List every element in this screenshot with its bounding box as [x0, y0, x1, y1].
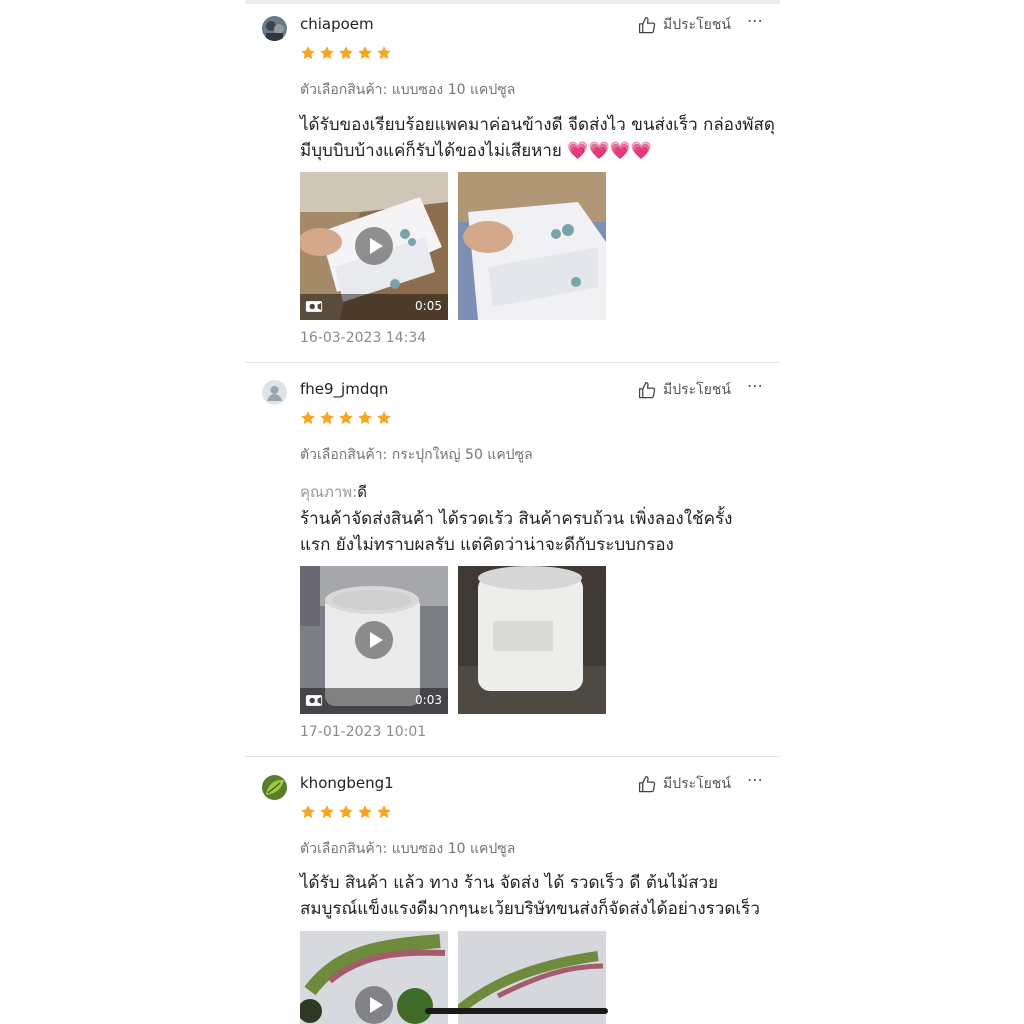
star-icon	[300, 804, 316, 820]
more-options-icon[interactable]: ⋯	[747, 772, 764, 788]
home-indicator[interactable]	[425, 1008, 608, 1014]
star-icon	[338, 45, 354, 61]
review-text: ได้รับ สินค้า แล้ว ทาง ร้าน จัดส่ง ได้ ร…	[300, 870, 760, 922]
helpful-button[interactable]: มีประโยชน์	[638, 773, 731, 795]
quality-attribute: คุณภาพ:ดี	[300, 480, 367, 504]
video-duration: 0:03	[415, 693, 442, 707]
review-text-line: ร้านค้าจัดส่งสินค้า ได้รวดเร้ว สินค้าครบ…	[300, 509, 733, 529]
star-icon	[338, 804, 354, 820]
star-icon	[357, 410, 373, 426]
review-video-thumbnail[interactable]: 0:05	[300, 172, 448, 320]
avatar[interactable]	[262, 16, 287, 41]
top-divider	[245, 0, 780, 4]
reviews-panel: chiapoem มีประโยชน์ ⋯ ตัวเลือกสินค้า: แบ…	[245, 0, 780, 1024]
quality-value: ดี	[357, 483, 367, 501]
reviewer-username[interactable]: chiapoem	[300, 15, 374, 33]
video-camera-icon	[305, 693, 323, 708]
video-camera-icon	[305, 299, 323, 314]
review-text-line: สมบูรณ์แข็งแรงดีมากๆนะเว้ยบริษัทขนส่งก็จ…	[300, 899, 760, 919]
star-icon	[319, 45, 335, 61]
product-variant: ตัวเลือกสินค้า: แบบซอง 10 แคปซูล	[300, 82, 516, 98]
product-variant: ตัวเลือกสินค้า: กระปุกใหญ่ 50 แคปซูล	[300, 447, 533, 463]
video-info-bar: 0:05	[300, 294, 448, 320]
review-text: ร้านค้าจัดส่งสินค้า ได้รวดเร้ว สินค้าครบ…	[300, 506, 760, 558]
star-rating	[300, 804, 392, 820]
reviewer-username[interactable]: fhe9_jmdqn	[300, 380, 388, 398]
star-icon	[357, 804, 373, 820]
review-image-thumbnail[interactable]	[458, 566, 606, 714]
star-icon	[338, 410, 354, 426]
helpful-label: มีประโยชน์	[663, 17, 731, 33]
thumbs-up-icon	[638, 381, 657, 400]
helpful-label: มีประโยชน์	[663, 382, 731, 398]
star-icon	[357, 45, 373, 61]
quality-label: คุณภาพ:	[300, 483, 358, 501]
review-image-thumbnail[interactable]	[458, 172, 606, 320]
review-text-line: แรก ยังไม่ทราบผลรับ แต่คิดว่าน่าจะดีกับร…	[300, 535, 674, 555]
star-icon	[300, 45, 316, 61]
review-text-line: มีบุบบิบบ้างแค่ก็รับได้ของไม่เสียหาย 💗💗💗…	[300, 141, 652, 161]
review-video-thumbnail[interactable]: 0:03	[300, 566, 448, 714]
more-options-icon[interactable]: ⋯	[747, 378, 764, 394]
play-button[interactable]	[355, 227, 393, 265]
avatar[interactable]	[262, 775, 287, 800]
star-icon	[319, 410, 335, 426]
star-icon	[376, 410, 392, 426]
helpful-button[interactable]: มีประโยชน์	[638, 379, 731, 401]
thumbs-up-icon	[638, 775, 657, 794]
thumbs-up-icon	[638, 16, 657, 35]
play-icon	[355, 621, 393, 659]
review-date: 16-03-2023 14:34	[300, 330, 427, 346]
review-text-line: ได้รับ สินค้า แล้ว ทาง ร้าน จัดส่ง ได้ ร…	[300, 873, 719, 893]
product-variant: ตัวเลือกสินค้า: แบบซอง 10 แคปซูล	[300, 841, 516, 857]
star-icon	[376, 45, 392, 61]
review-divider	[245, 756, 780, 757]
video-info-bar: 0:03	[300, 688, 448, 714]
play-icon	[355, 227, 393, 265]
helpful-button[interactable]: มีประโยชน์	[638, 14, 731, 36]
review-text: ได้รับของเรียบร้อยแพคมาค่อนข้างดี จีดส่ง…	[300, 112, 775, 164]
play-button[interactable]	[355, 986, 393, 1024]
review-divider	[245, 362, 780, 363]
video-duration: 0:05	[415, 299, 442, 313]
star-icon	[319, 804, 335, 820]
more-options-icon[interactable]: ⋯	[747, 13, 764, 29]
reviewer-username[interactable]: khongbeng1	[300, 774, 394, 792]
star-icon	[300, 410, 316, 426]
star-rating	[300, 45, 392, 61]
star-icon	[376, 804, 392, 820]
helpful-label: มีประโยชน์	[663, 776, 731, 792]
play-button[interactable]	[355, 621, 393, 659]
review-date: 17-01-2023 10:01	[300, 724, 427, 740]
review-text-line: ได้รับของเรียบร้อยแพคมาค่อนข้างดี จีดส่ง…	[300, 115, 775, 135]
avatar[interactable]	[262, 380, 287, 405]
star-rating	[300, 410, 392, 426]
play-icon	[355, 986, 393, 1024]
